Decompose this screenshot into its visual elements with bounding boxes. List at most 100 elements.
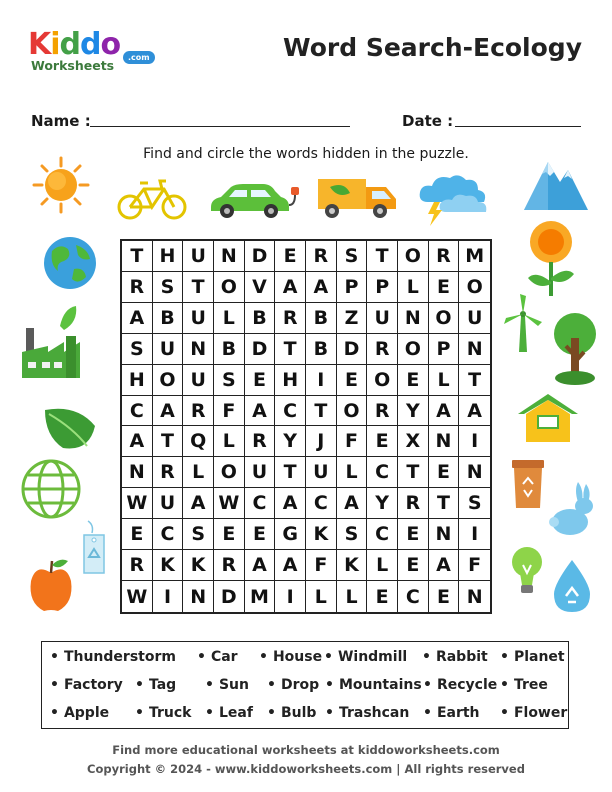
grid-cell[interactable]: S [336, 241, 368, 272]
grid-cell[interactable]: O [213, 457, 245, 489]
grid-cell[interactable]: C [244, 488, 276, 520]
grid-cell[interactable]: L [183, 457, 214, 489]
grid-cell[interactable]: S [336, 519, 368, 551]
grid-cell[interactable]: E [397, 550, 429, 582]
grid-cell[interactable]: L [337, 581, 368, 612]
grid-cell[interactable]: C [305, 488, 337, 520]
grid-cell[interactable]: R [122, 550, 153, 582]
grid-cell[interactable]: E [428, 271, 460, 303]
grid-cell[interactable]: K [336, 550, 368, 582]
grid-cell[interactable]: R [244, 426, 276, 458]
grid-cell[interactable]: S [183, 519, 214, 551]
grid-cell[interactable]: N [428, 426, 460, 458]
grid-cell[interactable]: R [213, 550, 245, 582]
name-field-line[interactable] [90, 126, 350, 127]
grid-cell[interactable]: N [183, 333, 214, 365]
grid-cell[interactable]: J [305, 426, 337, 458]
grid-cell[interactable]: U [367, 302, 398, 334]
grid-cell[interactable]: R [367, 333, 398, 365]
grid-cell[interactable]: I [153, 581, 184, 612]
grid-cell[interactable]: U [152, 333, 184, 365]
grid-cell[interactable]: Q [183, 426, 214, 458]
grid-cell[interactable]: A [275, 550, 306, 582]
grid-cell[interactable]: N [183, 581, 214, 612]
grid-cell[interactable]: R [275, 302, 306, 334]
grid-cell[interactable]: R [428, 241, 460, 272]
grid-cell[interactable]: E [336, 364, 368, 396]
grid-cell[interactable]: N [459, 334, 490, 365]
grid-cell[interactable]: R [367, 395, 398, 427]
grid-cell[interactable]: Z [336, 302, 368, 334]
grid-cell[interactable]: W [122, 581, 153, 612]
grid-cell[interactable]: D [336, 333, 368, 365]
grid-cell[interactable]: R [397, 488, 429, 520]
grid-cell[interactable]: E [397, 364, 429, 396]
grid-cell[interactable]: A [122, 426, 153, 458]
grid-cell[interactable]: F [305, 550, 337, 582]
grid-cell[interactable]: T [397, 457, 429, 489]
grid-cell[interactable]: N [397, 302, 429, 334]
grid-cell[interactable]: O [397, 241, 429, 272]
grid-cell[interactable]: C [367, 457, 398, 489]
grid-cell[interactable]: E [367, 581, 398, 612]
grid-cell[interactable]: E [428, 457, 460, 489]
grid-cell[interactable]: E [244, 519, 276, 551]
grid-cell[interactable]: N [459, 581, 490, 612]
grid-cell[interactable]: O [397, 333, 429, 365]
grid-cell[interactable]: T [152, 426, 184, 458]
grid-cell[interactable]: N [428, 519, 460, 551]
grid-cell[interactable]: C [275, 395, 306, 427]
grid-cell[interactable]: H [275, 364, 306, 396]
grid-cell[interactable]: N [122, 457, 153, 489]
grid-cell[interactable]: T [122, 241, 153, 272]
grid-cell[interactable]: S [459, 488, 490, 520]
grid-cell[interactable]: N [213, 241, 245, 272]
grid-cell[interactable]: L [213, 426, 245, 458]
grid-cell[interactable]: A [244, 395, 276, 427]
grid-cell[interactable]: U [183, 364, 214, 396]
grid-cell[interactable]: E [397, 519, 429, 551]
grid-cell[interactable]: L [367, 550, 398, 582]
grid-cell[interactable]: A [244, 550, 276, 582]
grid-cell[interactable]: O [152, 364, 184, 396]
grid-cell[interactable]: P [428, 333, 460, 365]
word-search-grid[interactable]: THUNDERSTORMRSTOVAAPPLEOABULBRBZUNOUSUNB… [120, 239, 492, 614]
grid-cell[interactable]: I [275, 581, 306, 612]
grid-cell[interactable]: A [336, 488, 368, 520]
grid-cell[interactable]: U [244, 457, 276, 489]
grid-cell[interactable]: A [428, 395, 460, 427]
grid-cell[interactable]: D [244, 333, 276, 365]
grid-cell[interactable]: E [429, 581, 460, 612]
grid-cell[interactable]: I [305, 364, 337, 396]
grid-cell[interactable]: M [245, 581, 276, 612]
grid-cell[interactable]: B [305, 302, 337, 334]
grid-cell[interactable]: K [305, 519, 337, 551]
grid-cell[interactable]: U [305, 457, 337, 489]
grid-cell[interactable]: U [183, 241, 214, 272]
grid-cell[interactable]: E [275, 241, 306, 272]
grid-cell[interactable]: S [152, 271, 184, 303]
grid-cell[interactable]: I [459, 519, 490, 551]
grid-cell[interactable]: P [367, 271, 398, 303]
grid-cell[interactable]: B [152, 302, 184, 334]
grid-cell[interactable]: B [305, 333, 337, 365]
grid-cell[interactable]: H [122, 364, 153, 396]
date-field-line[interactable] [455, 126, 581, 127]
grid-cell[interactable]: K [183, 550, 214, 582]
grid-cell[interactable]: R [305, 241, 337, 272]
grid-cell[interactable]: U [183, 302, 214, 334]
grid-cell[interactable]: O [428, 302, 460, 334]
grid-cell[interactable]: C [367, 519, 398, 551]
grid-cell[interactable]: R [183, 395, 214, 427]
grid-cell[interactable]: E [367, 426, 398, 458]
grid-cell[interactable]: E [213, 519, 245, 551]
grid-cell[interactable]: D [244, 241, 276, 272]
grid-cell[interactable]: R [152, 457, 184, 489]
grid-cell[interactable]: O [367, 364, 398, 396]
grid-cell[interactable]: A [152, 395, 184, 427]
grid-cell[interactable]: R [122, 271, 153, 303]
grid-cell[interactable]: M [459, 241, 490, 272]
grid-cell[interactable]: T [275, 333, 306, 365]
grid-cell[interactable]: S [122, 333, 153, 365]
grid-cell[interactable]: F [459, 550, 490, 582]
